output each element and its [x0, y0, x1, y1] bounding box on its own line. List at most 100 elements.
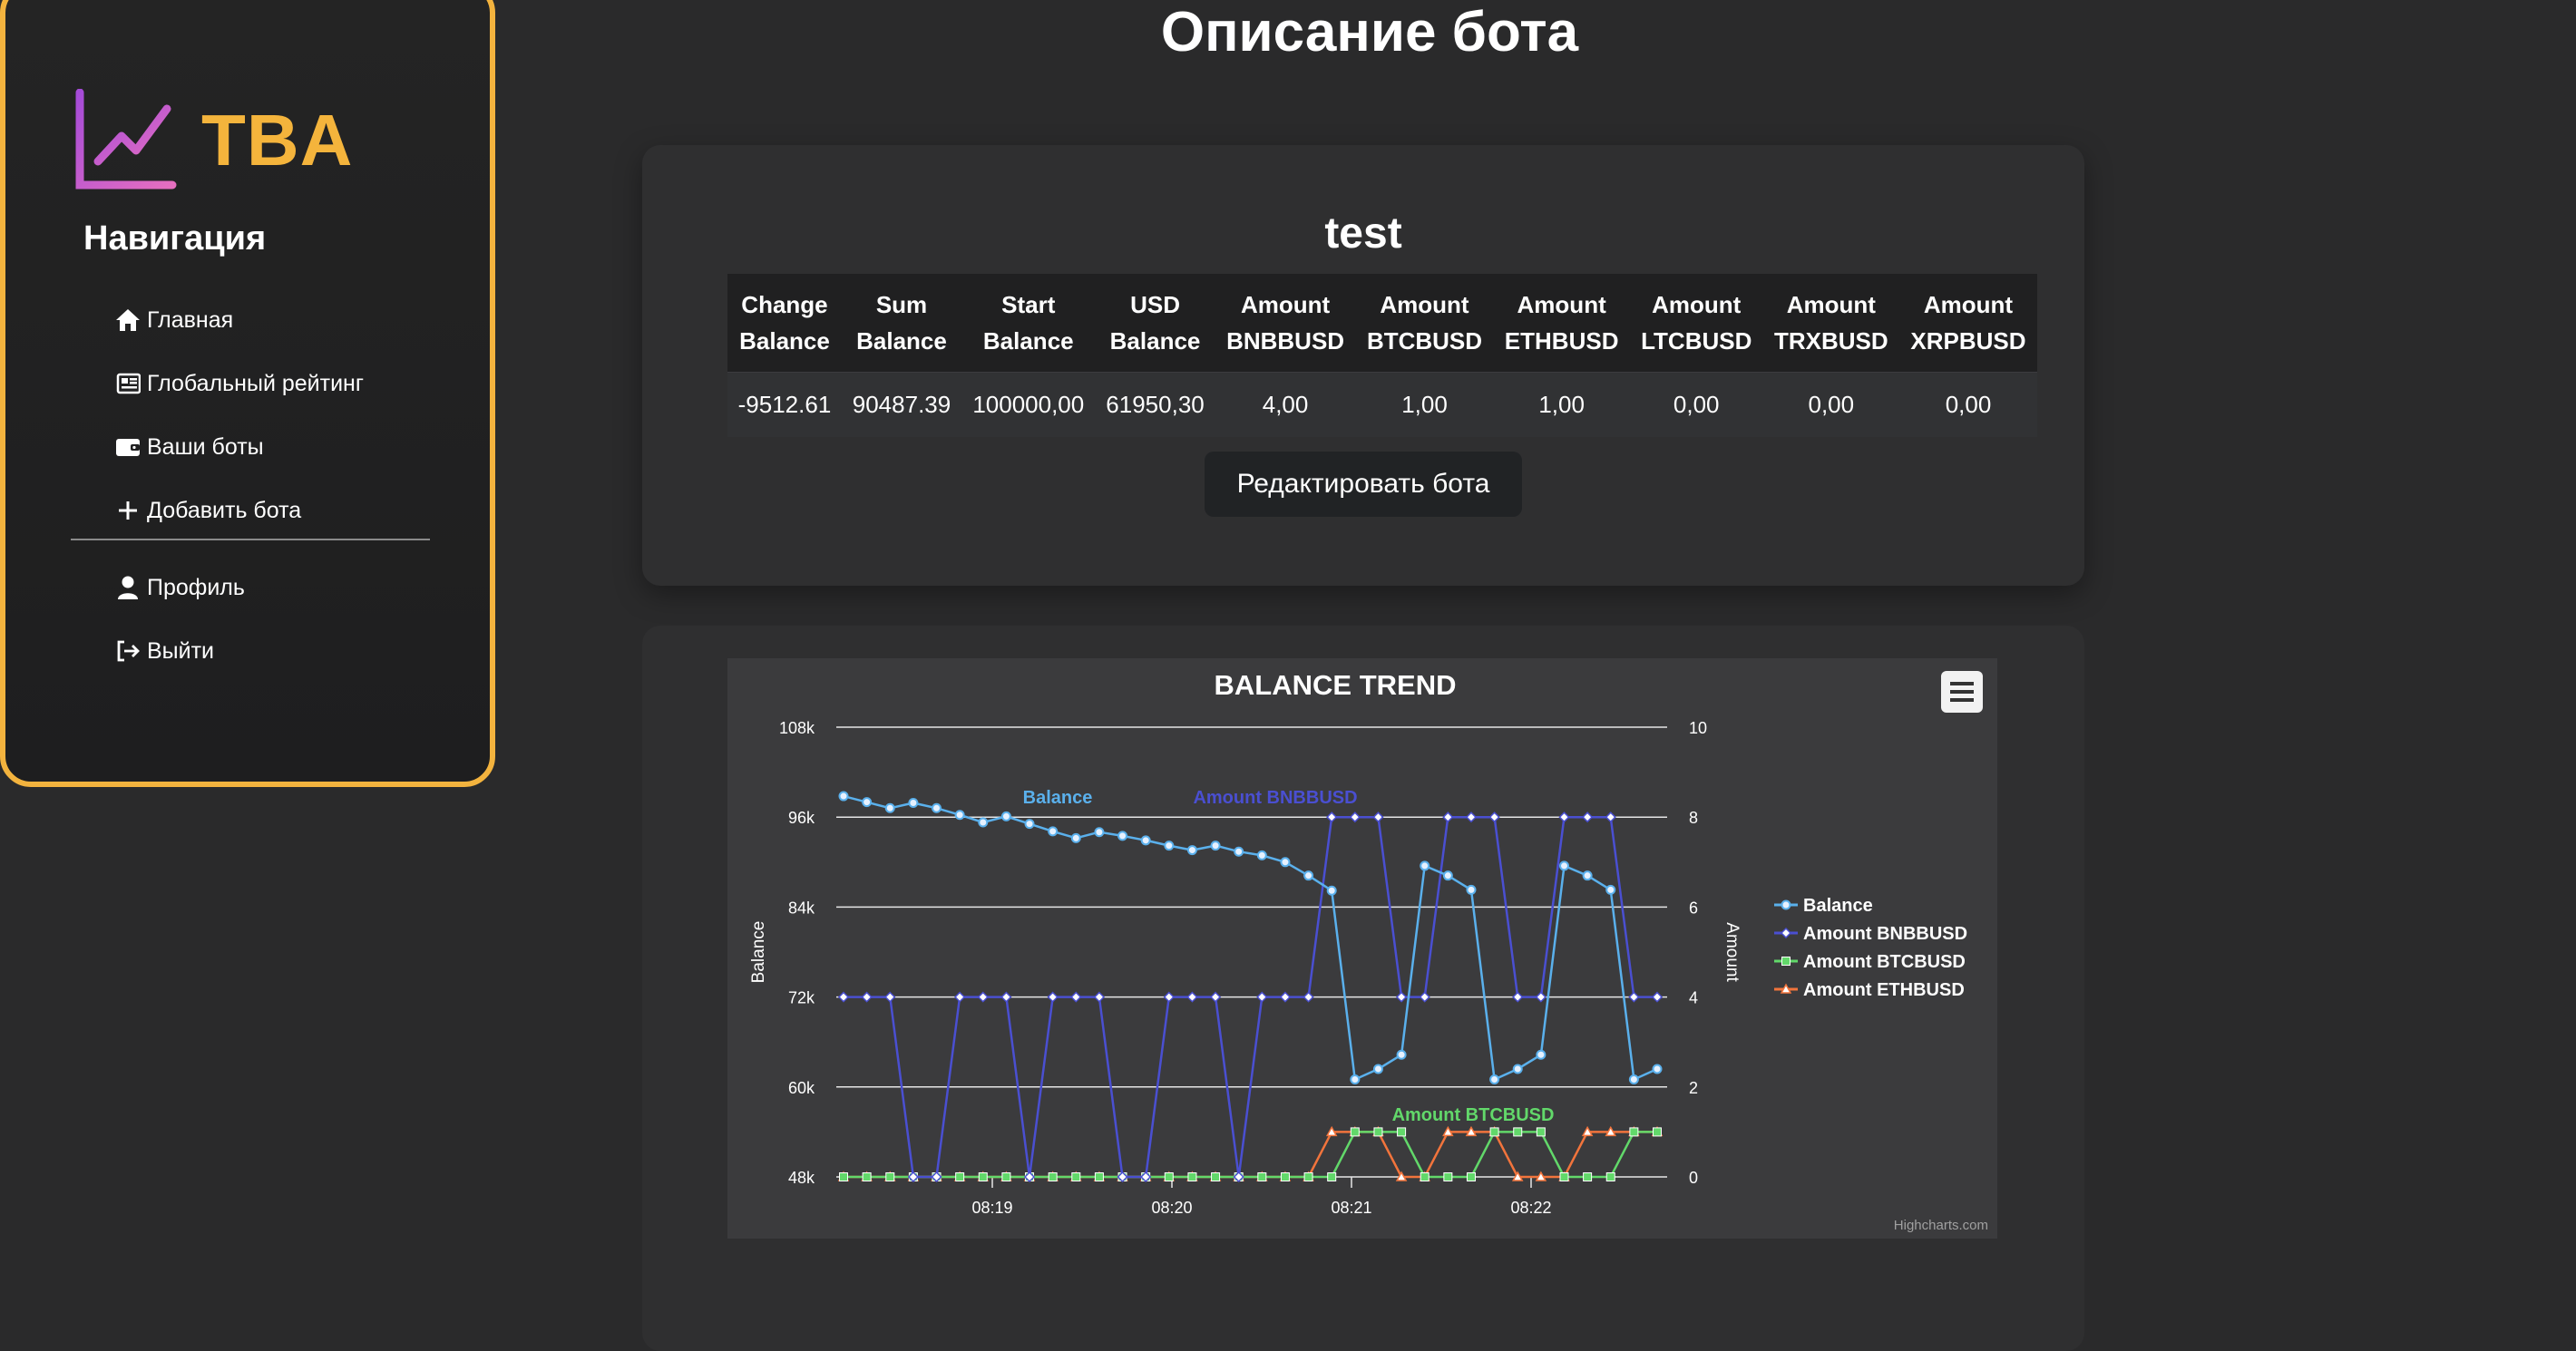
data-point: [1024, 819, 1035, 830]
data-point: [1513, 1127, 1523, 1137]
data-point: [862, 797, 873, 808]
data-point: [838, 791, 849, 802]
series-label: Amount BTCBUSD: [1392, 1105, 1555, 1125]
data-point: [1327, 1172, 1337, 1181]
nav-item-label: Выйти: [147, 637, 215, 664]
data-point: [955, 1172, 965, 1181]
data-point: [1257, 1172, 1267, 1181]
data-point: [1210, 841, 1221, 851]
data-point: [1234, 846, 1244, 857]
data-point: [1001, 1172, 1011, 1181]
nav-item-label: Добавить бота: [147, 497, 302, 523]
table-cell: 1,00: [1355, 372, 1494, 437]
y-left-tick-label: 84k: [788, 899, 815, 917]
data-point: [1256, 991, 1268, 1003]
column-header: Change Balance: [727, 274, 842, 373]
data-point: [1303, 1172, 1313, 1181]
chart-svg: BALANCE TREND 48k 60k 72k 84k 96k 108k 0 2 4 6 8 10 0…: [749, 669, 1988, 1233]
data-point: [978, 1172, 988, 1181]
y-left-tick-label: 60k: [788, 1079, 815, 1097]
data-point: [1326, 812, 1338, 823]
y-right-tick-label: 8: [1689, 809, 1698, 827]
y-right-tick-label: 10: [1689, 719, 1707, 737]
nav-list: Главная Глобальный рейтинг Ваши боты Доб…: [114, 288, 364, 542]
column-header: USD Balance: [1095, 274, 1215, 373]
column-header: Amount TRXBUSD: [1762, 274, 1899, 373]
y-left-tick-label: 48k: [788, 1169, 815, 1187]
data-point: [884, 802, 895, 813]
nav-item-global-rating[interactable]: Глобальный рейтинг: [114, 352, 364, 415]
x-tick-label: 08:19: [971, 1199, 1012, 1217]
data-point: [1209, 991, 1222, 1003]
nav-item-label: Глобальный рейтинг: [147, 370, 364, 396]
legend-item: Amount BNBBUSD: [1803, 924, 1967, 944]
legend-marker: [1780, 927, 1792, 939]
legend-item: Amount BTCBUSD: [1803, 952, 1966, 972]
brand-logo[interactable]: TBA: [74, 89, 353, 192]
nav-item-home[interactable]: Главная: [114, 288, 364, 352]
data-point: [1466, 1172, 1476, 1181]
hamburger-icon: [1950, 682, 1974, 685]
nav-item-add-bot[interactable]: Добавить бота: [114, 479, 364, 542]
column-header: Start Balance: [961, 274, 1096, 373]
edit-bot-button[interactable]: Редактировать бота: [1205, 452, 1522, 517]
y-left-tick-label: 108k: [779, 719, 815, 737]
data-point: [1396, 991, 1408, 1003]
y-left-tick-label: 72k: [788, 989, 815, 1007]
legend-marker: [1781, 899, 1791, 910]
data-point: [1048, 826, 1059, 837]
data-point: [1397, 1127, 1407, 1137]
table-cell: 61950,30: [1095, 372, 1215, 437]
table-header-row: Change Balance Sum Balance Start Balance US…: [727, 274, 2037, 373]
data-point: [1535, 991, 1547, 1003]
nav-item-your-bots[interactable]: Ваши боты: [114, 415, 364, 479]
data-point: [1628, 1074, 1639, 1085]
nav-item-profile[interactable]: Профиль: [114, 556, 245, 619]
data-point: [954, 991, 966, 1003]
data-point: [1559, 1172, 1569, 1181]
data-point: [1605, 884, 1616, 895]
data-point: [1140, 835, 1151, 846]
data-point: [1211, 1172, 1221, 1181]
data-point: [1419, 991, 1430, 1003]
user-icon: [114, 574, 141, 601]
data-point: [1256, 850, 1267, 860]
bot-stats-table: Change Balance Sum Balance Start Balance US…: [727, 274, 2037, 437]
balance-trend-chart[interactable]: BALANCE TREND 48k 60k 72k 84k 96k 108k 0 2 4 6 8 10 0…: [727, 658, 1997, 1239]
data-point: [1465, 812, 1478, 823]
data-point: [1558, 860, 1569, 871]
data-point: [1070, 832, 1081, 843]
data-point: [1605, 812, 1616, 823]
column-header: Amount ETHBUSD: [1493, 274, 1630, 373]
table-cell: 0,00: [1898, 372, 2037, 437]
chart-title: BALANCE TREND: [1215, 669, 1457, 701]
data-point: [1396, 1049, 1407, 1060]
column-header: Amount LTCBUSD: [1629, 274, 1763, 373]
data-point: [1048, 1172, 1058, 1181]
data-point: [839, 1172, 848, 1181]
data-point: [862, 1172, 872, 1181]
data-point: [977, 991, 989, 1003]
data-point: [1583, 1172, 1593, 1181]
data-point: [1303, 870, 1314, 881]
nav-list-account: Профиль Выйти: [114, 556, 245, 683]
data-point: [1558, 812, 1570, 823]
data-point: [884, 991, 896, 1003]
chart-menu-button[interactable]: [1941, 671, 1983, 713]
data-point: [1071, 1172, 1081, 1181]
table-cell: 100000,00: [961, 372, 1096, 437]
series-line: [844, 1131, 1657, 1179]
data-point: [1117, 831, 1128, 841]
data-point: [1164, 841, 1175, 851]
hamburger-icon: [1950, 698, 1974, 702]
chart-credits: Highcharts.com: [1894, 1218, 1988, 1233]
logout-icon: [114, 637, 141, 665]
nav-item-logout[interactable]: Выйти: [114, 619, 245, 683]
data-point: [1093, 991, 1105, 1003]
data-point: [1280, 1172, 1290, 1181]
table-cell: 0,00: [1629, 372, 1763, 437]
newspaper-icon: [114, 370, 141, 397]
data-point: [1349, 812, 1361, 823]
data-point: [1489, 1127, 1499, 1137]
data-point: [1350, 1127, 1360, 1137]
